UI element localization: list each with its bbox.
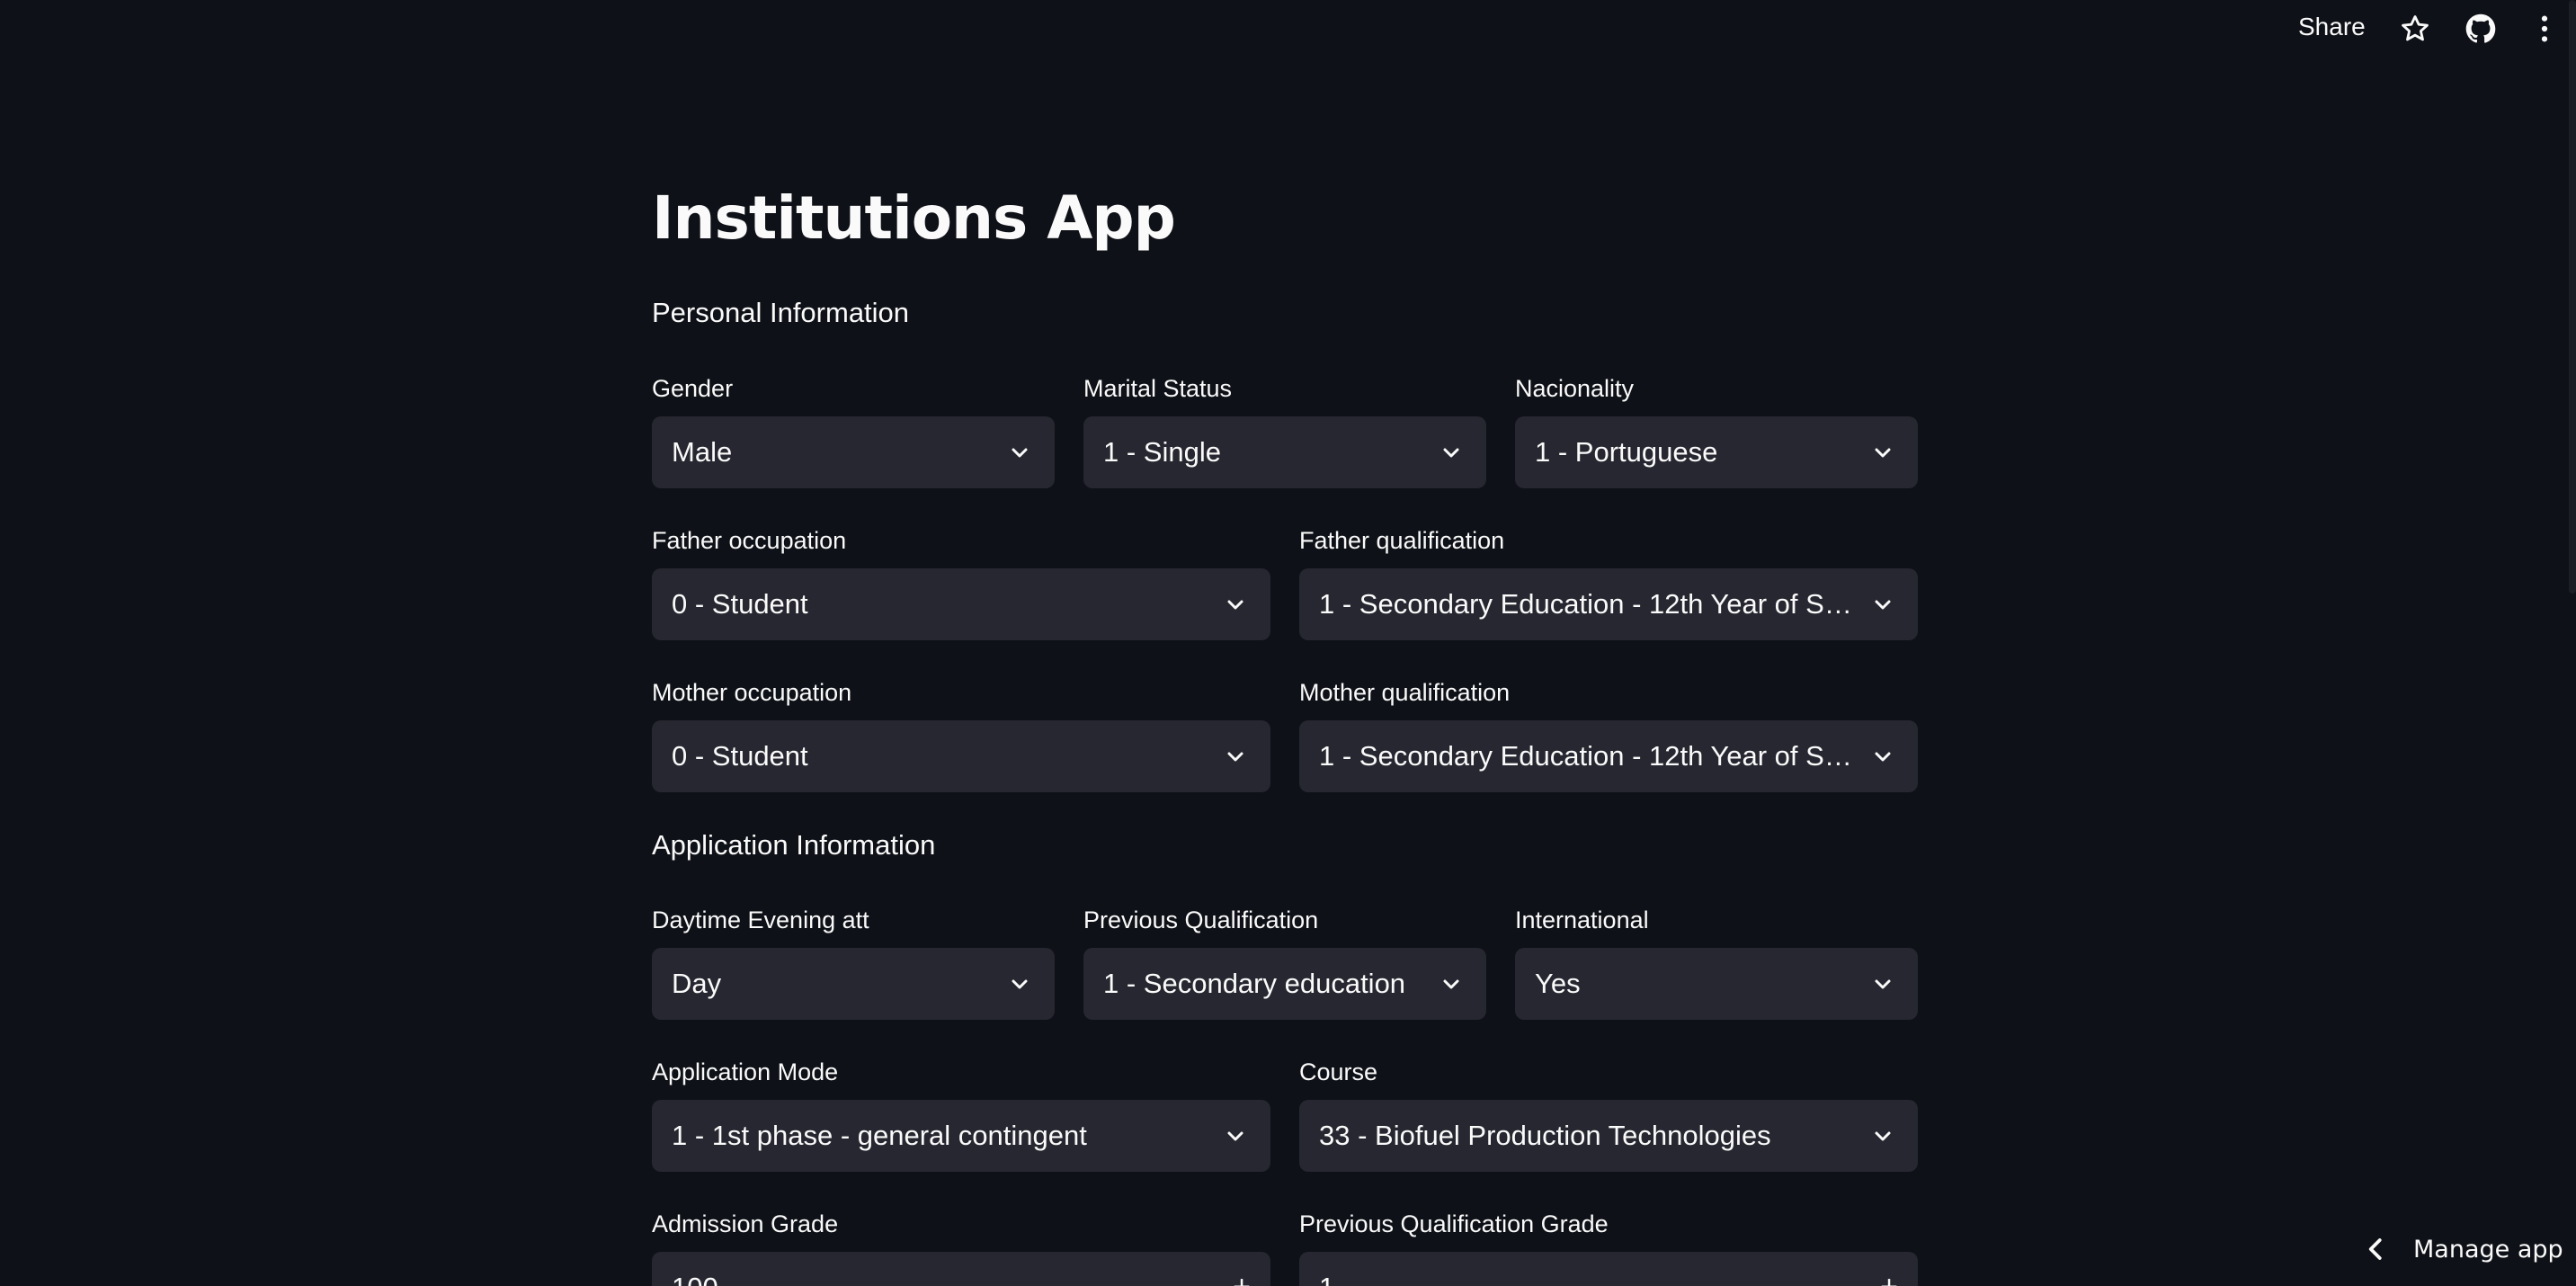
father-occupation-label: Father occupation [652, 527, 847, 554]
chevron-down-icon [1871, 441, 1894, 464]
share-button[interactable]: Share [2298, 13, 2366, 41]
gender-field: Gender Male [652, 373, 1055, 490]
manage-app-label: Manage app [2413, 1236, 2563, 1264]
chevron-down-icon [1224, 593, 1247, 616]
international-label: International [1515, 906, 1649, 933]
daytime-label: Daytime Evening att [652, 906, 869, 933]
application-mode-field: Application Mode 1 - 1st phase - general… [652, 1057, 1270, 1174]
mother-occupation-select[interactable]: 0 - Student [652, 720, 1270, 792]
scrollbar[interactable] [2569, 0, 2576, 594]
gender-value: Male [672, 436, 733, 468]
previous-qualification-label: Previous Qualification [1083, 906, 1319, 933]
chevron-down-icon [1008, 441, 1031, 464]
more-vertical-icon[interactable] [2527, 11, 2563, 47]
marital-status-value: 1 - Single [1103, 436, 1221, 468]
previous-qualification-select[interactable]: 1 - Secondary education [1083, 948, 1486, 1020]
gender-select[interactable]: Male [652, 416, 1055, 488]
mother-qualification-label: Mother qualification [1299, 679, 1511, 706]
chevron-down-icon [1871, 593, 1894, 616]
chevron-down-icon [1440, 972, 1463, 996]
chevron-down-icon [1871, 972, 1894, 996]
mother-occupation-label: Mother occupation [652, 679, 852, 706]
father-qualification-value: 1 - Secondary Education - 12th Year of S… [1319, 588, 1855, 620]
previous-qualification-grade-label: Previous Qualification Grade [1299, 1210, 1609, 1237]
application-mode-select[interactable]: 1 - 1st phase - general contingent [652, 1100, 1270, 1172]
father-occupation-field: Father occupation 0 - Student [652, 525, 1270, 642]
previous-qualification-grade-value: 1 [1319, 1272, 1334, 1286]
daytime-field: Daytime Evening att Day [652, 905, 1055, 1022]
admission-grade-label: Admission Grade [652, 1210, 839, 1237]
nationality-select[interactable]: 1 - Portuguese [1515, 416, 1918, 488]
marital-status-label: Marital Status [1083, 375, 1233, 402]
daytime-value: Day [672, 968, 722, 999]
mother-occupation-value: 0 - Student [672, 740, 808, 772]
father-qualification-select[interactable]: 1 - Secondary Education - 12th Year of S… [1299, 568, 1918, 640]
plus-icon[interactable]: + [1233, 1270, 1251, 1286]
chevron-down-icon [1871, 1124, 1894, 1148]
previous-qualification-grade-field: Previous Qualification Grade 1 + [1299, 1209, 1918, 1286]
previous-qualification-grade-input[interactable]: 1 + [1299, 1252, 1918, 1286]
nationality-value: 1 - Portuguese [1535, 436, 1718, 468]
international-select[interactable]: Yes [1515, 948, 1918, 1020]
course-field: Course 33 - Biofuel Production Technolog… [1299, 1057, 1918, 1174]
previous-qualification-field: Previous Qualification 1 - Secondary edu… [1083, 905, 1486, 1022]
nationality-label: Nacionality [1515, 375, 1635, 402]
chevron-left-icon [2368, 1238, 2382, 1260]
chevron-down-icon [1224, 745, 1247, 768]
plus-icon[interactable]: + [1880, 1270, 1898, 1286]
manage-app-button[interactable]: Manage app [2318, 1216, 2576, 1286]
international-field: International Yes [1515, 905, 1918, 1022]
father-occupation-value: 0 - Student [672, 588, 808, 620]
mother-qualification-field: Mother qualification 1 - Secondary Educa… [1299, 677, 1918, 794]
admission-grade-field: Admission Grade 100 + [652, 1209, 1270, 1286]
admission-grade-value: 100 [672, 1272, 718, 1286]
application-mode-label: Application Mode [652, 1058, 839, 1085]
nationality-field: Nacionality 1 - Portuguese [1515, 373, 1918, 490]
chevron-down-icon [1440, 441, 1463, 464]
chevron-down-icon [1224, 1124, 1247, 1148]
previous-qualification-value: 1 - Secondary education [1103, 968, 1406, 999]
daytime-select[interactable]: Day [652, 948, 1055, 1020]
marital-status-field: Marital Status 1 - Single [1083, 373, 1486, 490]
father-occupation-select[interactable]: 0 - Student [652, 568, 1270, 640]
chevron-down-icon [1008, 972, 1031, 996]
gender-label: Gender [652, 375, 734, 402]
section-heading-application: Application Information [652, 829, 936, 861]
page-title: Institutions App [652, 183, 1176, 253]
father-qualification-field: Father qualification 1 - Secondary Educa… [1299, 525, 1918, 642]
admission-grade-input[interactable]: 100 + [652, 1252, 1270, 1286]
mother-occupation-field: Mother occupation 0 - Student [652, 677, 1270, 794]
course-select[interactable]: 33 - Biofuel Production Technologies [1299, 1100, 1918, 1172]
application-mode-value: 1 - 1st phase - general contingent [672, 1120, 1087, 1151]
chevron-down-icon [1871, 745, 1894, 768]
mother-qualification-select[interactable]: 1 - Secondary Education - 12th Year of S… [1299, 720, 1918, 792]
marital-status-select[interactable]: 1 - Single [1083, 416, 1486, 488]
course-label: Course [1299, 1058, 1378, 1085]
course-value: 33 - Biofuel Production Technologies [1319, 1120, 1771, 1151]
github-icon[interactable] [2463, 11, 2499, 47]
star-icon[interactable] [2397, 11, 2433, 47]
section-heading-personal: Personal Information [652, 297, 910, 328]
father-qualification-label: Father qualification [1299, 527, 1505, 554]
top-toolbar: Share [0, 0, 2576, 58]
international-value: Yes [1535, 968, 1581, 999]
mother-qualification-value: 1 - Secondary Education - 12th Year of S… [1319, 740, 1855, 772]
